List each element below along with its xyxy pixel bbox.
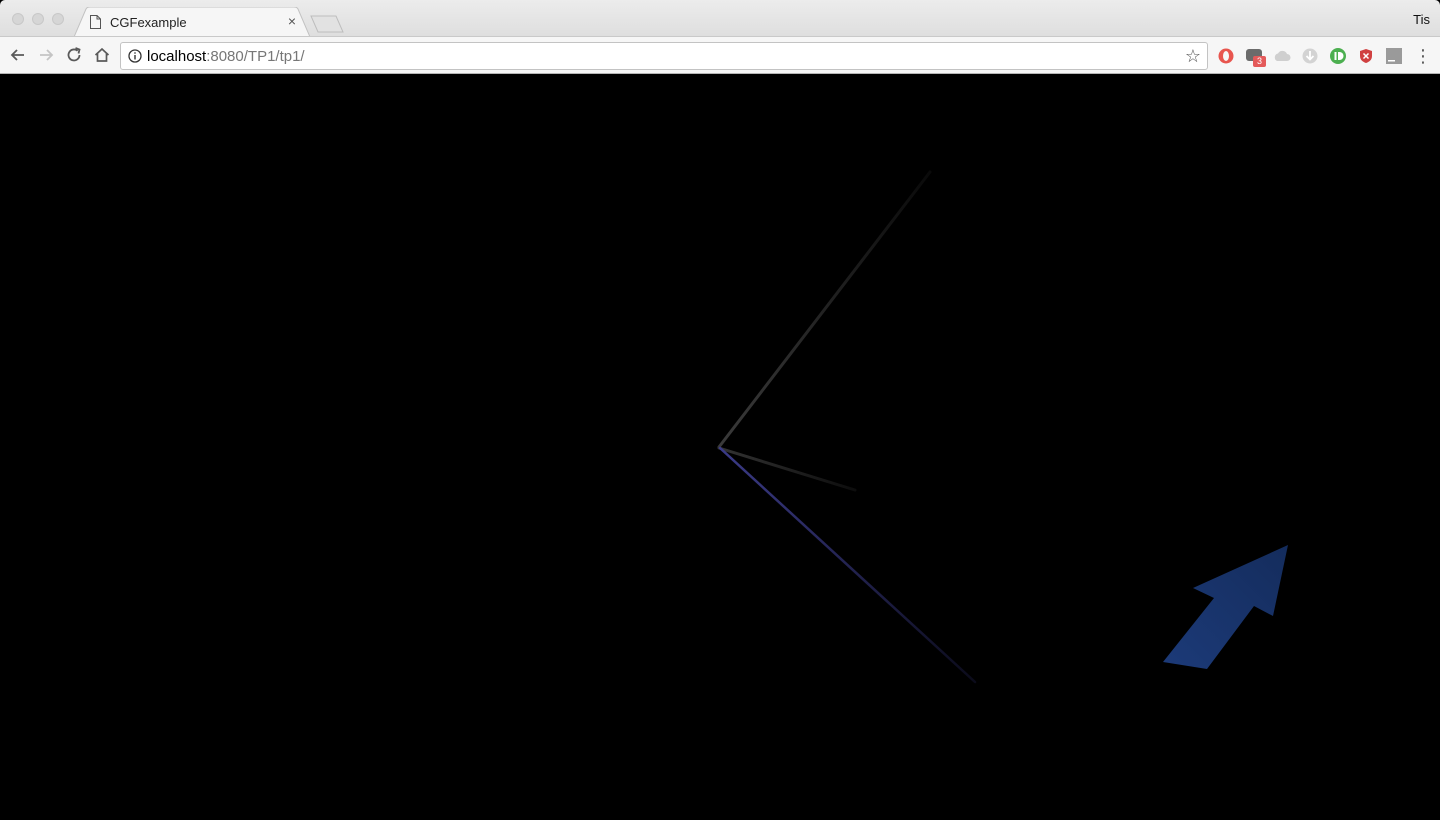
jb-icon[interactable]	[1385, 47, 1403, 65]
minimize-window-button[interactable]	[32, 13, 44, 25]
browser-window: CGFexample × Tis localhost:8080/TP1/tp1/…	[0, 0, 1440, 820]
blue-arrow	[1163, 545, 1288, 669]
close-window-button[interactable]	[12, 13, 24, 25]
toolbar: localhost:8080/TP1/tp1/ ☆ 3 ⋮	[0, 36, 1440, 74]
pushbullet-icon[interactable]	[1329, 47, 1347, 65]
info-icon[interactable]	[128, 49, 142, 63]
profile-name[interactable]: Tis	[1413, 12, 1430, 27]
tab-title: CGFexample	[110, 15, 187, 30]
url-text[interactable]: localhost:8080/TP1/tp1/	[147, 48, 305, 65]
line-gray-upper	[717, 170, 932, 449]
download-icon[interactable]	[1301, 47, 1319, 65]
url-host: localhost	[147, 48, 207, 65]
forward-button[interactable]	[36, 45, 56, 65]
home-icon	[94, 47, 110, 62]
webgl-canvas[interactable]	[0, 74, 1440, 820]
cloud-icon[interactable]	[1273, 47, 1291, 65]
tab-cgfexample[interactable]: CGFexample ×	[74, 7, 310, 37]
bookmark-star-icon[interactable]: ☆	[1185, 46, 1201, 66]
messages-badge: 3	[1253, 56, 1266, 67]
page-icon	[90, 15, 101, 29]
arrow-left-icon	[10, 49, 24, 61]
shield-icon[interactable]	[1357, 47, 1375, 65]
line-blue-lower	[718, 446, 977, 684]
line-gray-short	[717, 446, 857, 492]
address-bar[interactable]: localhost:8080/TP1/tp1/ ☆	[120, 42, 1208, 70]
reload-button[interactable]	[64, 45, 84, 65]
url-path: :8080/TP1/tp1/	[206, 48, 305, 65]
menu-dots-icon[interactable]: ⋮	[1414, 46, 1432, 66]
zoom-window-button[interactable]	[52, 13, 64, 25]
new-tab-button[interactable]	[310, 15, 344, 33]
tab-strip: CGFexample × Tis	[0, 0, 1440, 37]
home-button[interactable]	[92, 45, 112, 65]
opera-icon[interactable]	[1217, 47, 1235, 65]
tab-close-icon[interactable]: ×	[284, 13, 300, 29]
scene-svg	[717, 170, 1288, 684]
back-button[interactable]	[8, 45, 28, 65]
arrow-right-icon	[40, 49, 54, 61]
reload-icon	[67, 47, 81, 62]
